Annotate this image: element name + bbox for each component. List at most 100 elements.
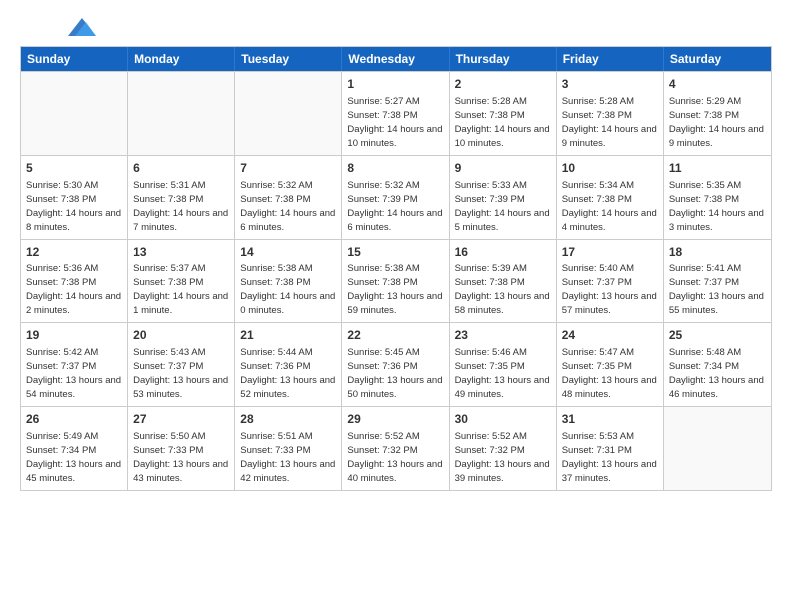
day-number: 16 [455, 244, 551, 261]
calendar-row-2: 12Sunrise: 5:36 AM Sunset: 7:38 PM Dayli… [21, 239, 771, 323]
cell-info: Sunrise: 5:37 AM Sunset: 7:38 PM Dayligh… [133, 263, 228, 316]
cell-info: Sunrise: 5:49 AM Sunset: 7:34 PM Dayligh… [26, 431, 121, 484]
day-number: 23 [455, 327, 551, 344]
logo [20, 20, 96, 36]
day-number: 31 [562, 411, 658, 428]
cell-info: Sunrise: 5:46 AM Sunset: 7:35 PM Dayligh… [455, 347, 550, 400]
day-of-week-monday: Monday [128, 47, 235, 71]
cell-info: Sunrise: 5:42 AM Sunset: 7:37 PM Dayligh… [26, 347, 121, 400]
day-number: 18 [669, 244, 766, 261]
day-of-week-tuesday: Tuesday [235, 47, 342, 71]
calendar-cell: 9 Sunrise: 5:33 AM Sunset: 7:39 PM Daylig… [450, 156, 557, 239]
day-number: 5 [26, 160, 122, 177]
calendar-cell: 16 Sunrise: 5:39 AM Sunset: 7:38 PM Dayli… [450, 240, 557, 323]
day-number: 26 [26, 411, 122, 428]
day-number: 10 [562, 160, 658, 177]
cell-info: Sunrise: 5:50 AM Sunset: 7:33 PM Dayligh… [133, 431, 228, 484]
calendar-cell: 29Sunrise: 5:52 AM Sunset: 7:32 PM Dayli… [342, 407, 449, 490]
cell-info: Sunrise: 5:34 AM Sunset: 7:38 PM Dayligh… [562, 180, 657, 233]
cell-info: Sunrise: 5:33 AM Sunset: 7:39 PM Dayligh… [455, 180, 550, 233]
cell-info: Sunrise: 5:51 AM Sunset: 7:33 PM Dayligh… [240, 431, 335, 484]
calendar-cell: 6 Sunrise: 5:31 AM Sunset: 7:38 PM Daylig… [128, 156, 235, 239]
day-of-week-friday: Friday [557, 47, 664, 71]
day-number: 28 [240, 411, 336, 428]
calendar-cell: 31 Sunrise: 5:53 AM Sunset: 7:31 PM Dayli… [557, 407, 664, 490]
day-number: 19 [26, 327, 122, 344]
day-of-week-thursday: Thursday [450, 47, 557, 71]
cell-info: Sunrise: 5:31 AM Sunset: 7:38 PM Dayligh… [133, 180, 228, 233]
cell-info: Sunrise: 5:40 AM Sunset: 7:37 PM Dayligh… [562, 263, 657, 316]
day-number: 21 [240, 327, 336, 344]
cell-info: Sunrise: 5:43 AM Sunset: 7:37 PM Dayligh… [133, 347, 228, 400]
day-number: 8 [347, 160, 443, 177]
calendar-cell: 2Sunrise: 5:28 AM Sunset: 7:38 PM Daylig… [450, 72, 557, 155]
cell-info: Sunrise: 5:47 AM Sunset: 7:35 PM Dayligh… [562, 347, 657, 400]
calendar-cell: 5 Sunrise: 5:30 AM Sunset: 7:38 PM Daylig… [21, 156, 128, 239]
cell-info: Sunrise: 5:38 AM Sunset: 7:38 PM Dayligh… [347, 263, 442, 316]
calendar-row-4: 26 Sunrise: 5:49 AM Sunset: 7:34 PM Dayli… [21, 406, 771, 490]
day-number: 7 [240, 160, 336, 177]
day-number: 11 [669, 160, 766, 177]
day-number: 14 [240, 244, 336, 261]
calendar-cell: 11 Sunrise: 5:35 AM Sunset: 7:38 PM Dayli… [664, 156, 771, 239]
calendar-cell: 27 Sunrise: 5:50 AM Sunset: 7:33 PM Dayli… [128, 407, 235, 490]
cell-info: Sunrise: 5:52 AM Sunset: 7:32 PM Dayligh… [455, 431, 550, 484]
calendar-cell [21, 72, 128, 155]
logo-icon [68, 18, 96, 36]
calendar-cell: 26 Sunrise: 5:49 AM Sunset: 7:34 PM Dayli… [21, 407, 128, 490]
day-number: 25 [669, 327, 766, 344]
cell-info: Sunrise: 5:48 AM Sunset: 7:34 PM Dayligh… [669, 347, 764, 400]
calendar-cell: 23 Sunrise: 5:46 AM Sunset: 7:35 PM Dayli… [450, 323, 557, 406]
calendar-cell: 18 Sunrise: 5:41 AM Sunset: 7:37 PM Dayli… [664, 240, 771, 323]
cell-info: Sunrise: 5:30 AM Sunset: 7:38 PM Dayligh… [26, 180, 121, 233]
calendar-cell: 8 Sunrise: 5:32 AM Sunset: 7:39 PM Daylig… [342, 156, 449, 239]
day-number: 1 [347, 76, 443, 93]
cell-info: Sunrise: 5:32 AM Sunset: 7:38 PM Dayligh… [240, 180, 335, 233]
day-of-week-wednesday: Wednesday [342, 47, 449, 71]
day-number: 30 [455, 411, 551, 428]
calendar-cell: 13Sunrise: 5:37 AM Sunset: 7:38 PM Dayli… [128, 240, 235, 323]
day-number: 12 [26, 244, 122, 261]
calendar-cell: 28 Sunrise: 5:51 AM Sunset: 7:33 PM Dayli… [235, 407, 342, 490]
calendar-cell: 25 Sunrise: 5:48 AM Sunset: 7:34 PM Dayli… [664, 323, 771, 406]
calendar-cell: 17Sunrise: 5:40 AM Sunset: 7:37 PM Dayli… [557, 240, 664, 323]
cell-info: Sunrise: 5:32 AM Sunset: 7:39 PM Dayligh… [347, 180, 442, 233]
calendar-cell: 12Sunrise: 5:36 AM Sunset: 7:38 PM Dayli… [21, 240, 128, 323]
day-number: 20 [133, 327, 229, 344]
calendar-cell [235, 72, 342, 155]
calendar-cell: 3Sunrise: 5:28 AM Sunset: 7:38 PM Daylig… [557, 72, 664, 155]
cell-info: Sunrise: 5:27 AM Sunset: 7:38 PM Dayligh… [347, 96, 442, 149]
day-number: 4 [669, 76, 766, 93]
calendar-cell: 14 Sunrise: 5:38 AM Sunset: 7:38 PM Dayli… [235, 240, 342, 323]
calendar-cell: 19 Sunrise: 5:42 AM Sunset: 7:37 PM Dayli… [21, 323, 128, 406]
calendar-cell: 22Sunrise: 5:45 AM Sunset: 7:36 PM Dayli… [342, 323, 449, 406]
calendar-cell: 7 Sunrise: 5:32 AM Sunset: 7:38 PM Daylig… [235, 156, 342, 239]
calendar-body: 1 Sunrise: 5:27 AM Sunset: 7:38 PM Daylig… [21, 71, 771, 490]
calendar-cell: 15Sunrise: 5:38 AM Sunset: 7:38 PM Dayli… [342, 240, 449, 323]
cell-info: Sunrise: 5:53 AM Sunset: 7:31 PM Dayligh… [562, 431, 657, 484]
cell-info: Sunrise: 5:29 AM Sunset: 7:38 PM Dayligh… [669, 96, 764, 149]
day-number: 3 [562, 76, 658, 93]
calendar-cell: 21 Sunrise: 5:44 AM Sunset: 7:36 PM Dayli… [235, 323, 342, 406]
cell-info: Sunrise: 5:39 AM Sunset: 7:38 PM Dayligh… [455, 263, 550, 316]
day-number: 24 [562, 327, 658, 344]
day-number: 9 [455, 160, 551, 177]
day-number: 6 [133, 160, 229, 177]
page-header [20, 20, 772, 36]
cell-info: Sunrise: 5:38 AM Sunset: 7:38 PM Dayligh… [240, 263, 335, 316]
calendar-cell [128, 72, 235, 155]
calendar-row-3: 19 Sunrise: 5:42 AM Sunset: 7:37 PM Dayli… [21, 322, 771, 406]
day-number: 27 [133, 411, 229, 428]
cell-info: Sunrise: 5:44 AM Sunset: 7:36 PM Dayligh… [240, 347, 335, 400]
day-number: 29 [347, 411, 443, 428]
calendar-cell: 10 Sunrise: 5:34 AM Sunset: 7:38 PM Dayli… [557, 156, 664, 239]
cell-info: Sunrise: 5:35 AM Sunset: 7:38 PM Dayligh… [669, 180, 764, 233]
day-number: 2 [455, 76, 551, 93]
cell-info: Sunrise: 5:41 AM Sunset: 7:37 PM Dayligh… [669, 263, 764, 316]
day-of-week-saturday: Saturday [664, 47, 771, 71]
calendar-cell: 1 Sunrise: 5:27 AM Sunset: 7:38 PM Daylig… [342, 72, 449, 155]
calendar-cell: 20 Sunrise: 5:43 AM Sunset: 7:37 PM Dayli… [128, 323, 235, 406]
calendar-header: SundayMondayTuesdayWednesdayThursdayFrid… [21, 47, 771, 71]
calendar-cell: 30 Sunrise: 5:52 AM Sunset: 7:32 PM Dayli… [450, 407, 557, 490]
calendar-cell: 24 Sunrise: 5:47 AM Sunset: 7:35 PM Dayli… [557, 323, 664, 406]
